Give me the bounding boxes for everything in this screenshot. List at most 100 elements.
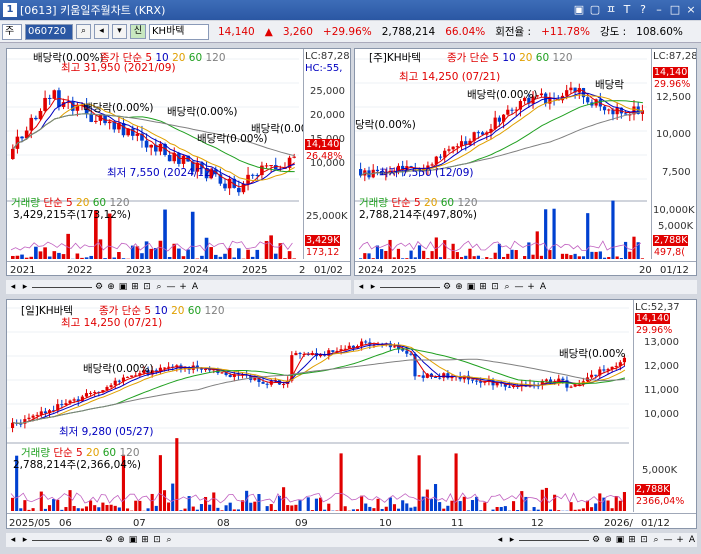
settings-icon[interactable]: ⚙	[442, 282, 452, 292]
magnify-icon[interactable]: ⌕	[164, 535, 174, 545]
volume-bar	[24, 257, 29, 259]
zoom-in-icon[interactable]: ⊕	[603, 535, 613, 545]
volume-bar	[523, 256, 527, 259]
zoom-slider[interactable]	[32, 286, 92, 288]
minimize-icon[interactable]: –	[652, 3, 666, 17]
next-icon[interactable]: ▸	[507, 535, 517, 545]
candle-body	[561, 378, 565, 381]
candle-body	[569, 386, 573, 388]
volume-bar	[29, 256, 34, 259]
candle-body	[364, 341, 368, 343]
window-icon[interactable]: ▣	[466, 282, 476, 292]
frame-icon[interactable]: ⊡	[639, 535, 649, 545]
plus-icon[interactable]: +	[675, 535, 685, 545]
window-icon[interactable]: ▣	[615, 535, 625, 545]
candle-body	[475, 380, 479, 382]
zoom-in-icon[interactable]: ⊕	[106, 282, 116, 292]
daily-volume-axis: 5,000K 2,788K 2366,04%	[633, 442, 696, 512]
candle-body	[64, 403, 68, 406]
minus-icon[interactable]: —	[514, 282, 524, 292]
change-percent: +29.96%	[322, 25, 372, 38]
minus-icon[interactable]: —	[166, 282, 176, 292]
volume-bar	[397, 508, 401, 511]
volume-bar	[413, 257, 417, 259]
font-icon[interactable]: A	[190, 282, 200, 292]
prev-icon[interactable]: ◂	[495, 535, 505, 545]
zoom-slider[interactable]	[519, 539, 589, 541]
window-icon[interactable]: ▣	[118, 282, 128, 292]
zoom-slider[interactable]	[380, 286, 440, 288]
pin-icon[interactable]: ㅍ	[604, 3, 618, 17]
daily-chart-svg	[7, 307, 629, 511]
volume-bar	[405, 258, 409, 259]
window-id: [0613]	[20, 3, 57, 17]
volume-bar	[290, 505, 294, 511]
daily-vol-tag: 2,788K	[635, 484, 671, 495]
volume-bar	[472, 256, 476, 259]
volume-bar	[367, 253, 371, 259]
volume-bar	[640, 258, 644, 259]
zoom-in-icon[interactable]: ⊕	[454, 282, 464, 292]
search-icon[interactable]: ⌕	[76, 24, 91, 39]
frame-icon[interactable]: ⊡	[490, 282, 500, 292]
font-icon[interactable]: A	[687, 535, 697, 545]
window-icon[interactable]: ▣	[128, 535, 138, 545]
daily-x-tick: 09	[295, 518, 308, 529]
zoom-in-icon[interactable]: ⊕	[116, 535, 126, 545]
plus-icon[interactable]: +	[526, 282, 536, 292]
period-select[interactable]: 주	[2, 23, 22, 40]
volume-bar	[380, 249, 384, 259]
daily-pct-tag: 29.96%	[636, 325, 673, 336]
volume-bar	[455, 252, 459, 259]
dropdown-icon[interactable]: ▾	[112, 24, 127, 39]
prev-icon[interactable]: ◂	[8, 282, 18, 292]
magnify-icon[interactable]: ⌕	[154, 282, 164, 292]
next-icon[interactable]: ▸	[20, 282, 30, 292]
daily-x-tick: 08	[217, 518, 230, 529]
frame-icon[interactable]: ⊡	[142, 282, 152, 292]
weekly-x-tick: 2025	[391, 265, 417, 276]
volume-ratio: 66.04%	[445, 25, 486, 38]
daily-x-tick: 11	[451, 518, 464, 529]
minus-icon[interactable]: —	[663, 535, 673, 545]
volume-bar	[485, 257, 489, 259]
volume-bar	[516, 510, 520, 511]
volume-bar	[552, 208, 556, 259]
volume-bar	[557, 510, 561, 511]
frame-icon[interactable]: ⊡	[152, 535, 162, 545]
grid-icon[interactable]: ⊞	[478, 282, 488, 292]
volume-bar	[64, 507, 68, 511]
font-icon[interactable]: A	[538, 282, 548, 292]
text-icon[interactable]: T	[620, 3, 634, 17]
magnify-icon[interactable]: ⌕	[651, 535, 661, 545]
grid-icon[interactable]: ⊞	[140, 535, 150, 545]
magnify-icon[interactable]: ⌕	[502, 282, 512, 292]
next-icon[interactable]: ▸	[368, 282, 378, 292]
daily-div-note2: 배당락(0.00%	[559, 348, 626, 360]
help-icon[interactable]: ?	[636, 3, 650, 17]
monthly-chart-panel: 배당락(0.00%) 종가 단순 5 10 20 60 120 최고 31,95…	[6, 48, 351, 276]
grid-icon[interactable]: ⊞	[130, 282, 140, 292]
volume-bar	[548, 250, 552, 259]
speaker-icon[interactable]: ◂	[94, 24, 109, 39]
link-icon[interactable]: ▢	[588, 3, 602, 17]
volume-bar	[384, 250, 388, 259]
volume-bar	[607, 257, 611, 259]
weekly-vol-note: 2,788,214주(497,80%)	[359, 209, 478, 221]
close-icon[interactable]: ×	[684, 3, 698, 17]
settings-icon[interactable]: ⚙	[591, 535, 601, 545]
prev-icon[interactable]: ◂	[356, 282, 366, 292]
maximize-icon[interactable]: □	[668, 3, 682, 17]
zoom-slider[interactable]	[32, 539, 102, 541]
candle-body	[261, 382, 265, 384]
settings-icon[interactable]: ⚙	[104, 535, 114, 545]
plus-icon[interactable]: +	[178, 282, 188, 292]
stock-code-input[interactable]: 060720	[25, 23, 73, 40]
grid-icon[interactable]: ⊞	[627, 535, 637, 545]
volume-bar	[363, 253, 367, 259]
screen-icon[interactable]: ▣	[572, 3, 586, 17]
settings-icon[interactable]: ⚙	[94, 282, 104, 292]
next-icon[interactable]: ▸	[20, 535, 30, 545]
volume-bar	[368, 506, 372, 511]
prev-icon[interactable]: ◂	[8, 535, 18, 545]
